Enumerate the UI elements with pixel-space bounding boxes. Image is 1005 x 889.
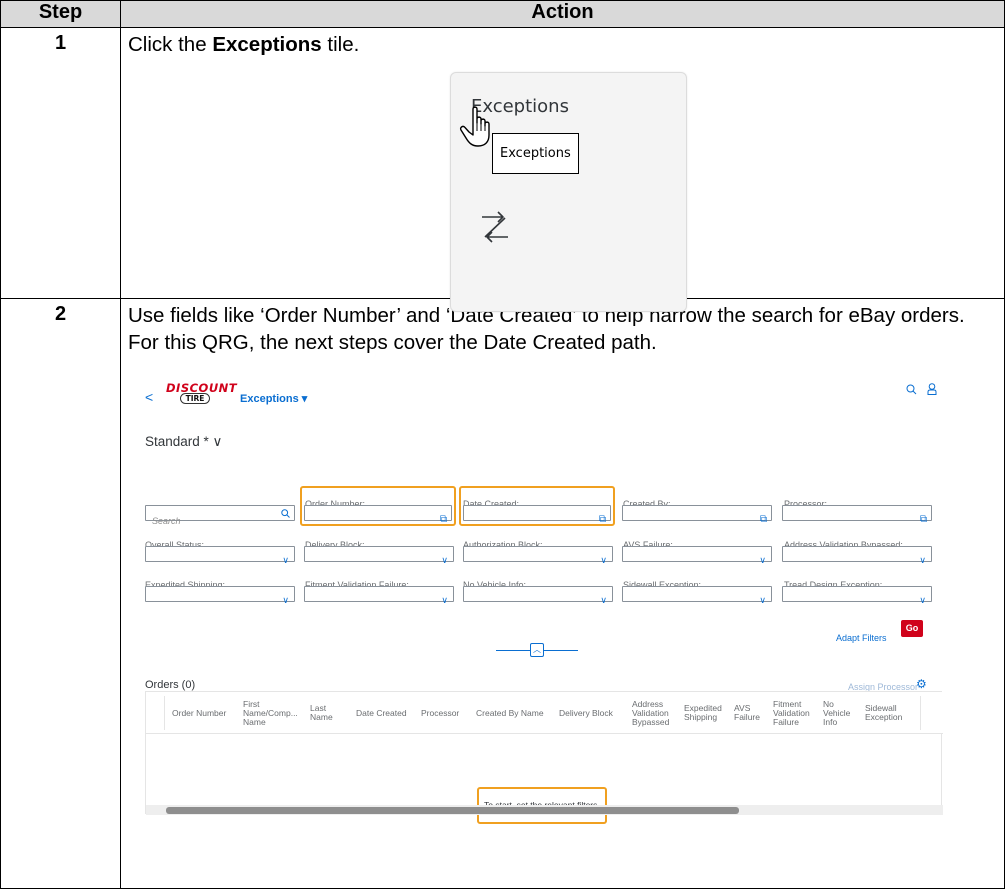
search-placeholder: Search [152,516,181,526]
address-validation-bypassed-select[interactable]: ∨ [782,546,932,565]
header-action: Action [120,0,1005,28]
column-delivery-block[interactable]: Delivery Block [559,692,625,734]
overall-status-select[interactable]: ∨ [145,546,295,565]
sidewall-exception-select[interactable]: ∨ [622,586,772,605]
app-title-menu[interactable]: Exceptions ▾ [240,386,307,413]
go-button[interactable]: Go [901,620,923,637]
chevron-down-icon: ∨ [282,555,289,565]
emphasis-exceptions: Exceptions [212,33,322,56]
column-address-validation-bypassed[interactable]: Address Validation Bypassed [632,692,676,734]
column-expedited-shipping[interactable]: Expedited Shipping [684,692,724,734]
divider-line [496,650,530,651]
tile-screenshot: Exceptions Exceptions [128,58,998,312]
column-created-by-name[interactable]: Created By Name [476,692,552,734]
step-row-2: 2 Use fields like ‘Order Number’ and ‘Da… [0,298,1005,889]
value-help-icon[interactable]: ⧉ [920,506,927,533]
exceptions-tile[interactable]: Exceptions Exceptions [450,72,687,312]
delivery-block-select[interactable]: ∨ [304,546,454,565]
search-icon[interactable] [281,509,290,518]
header-row: Step Action [0,0,1005,28]
app-header: < DISCOUNT TIRE Exceptions ▾ [132,374,937,414]
back-icon[interactable]: < [145,384,153,411]
column-avs-failure[interactable]: AVS Failure [734,692,766,734]
column-separator [164,696,165,730]
column-first-name[interactable]: First Name/Comp... Name [243,692,299,734]
orders-table: Order Number First Name/Comp... Name Las… [145,691,943,824]
column-order-number[interactable]: Order Number [172,692,234,734]
column-date-created[interactable]: Date Created [356,692,412,734]
chevron-down-icon: ∨ [441,595,448,605]
step-instruction: Click the Exceptions tile. [128,33,360,56]
search-icon[interactable] [906,384,917,395]
created-by-input[interactable]: ⧉ [622,505,772,525]
no-vehicle-info-select[interactable]: ∨ [463,586,613,605]
qrg-table: Step Action 1 Click the Exceptions tile.… [0,0,1005,889]
divider-line [544,650,578,651]
chevron-down-icon: ∨ [919,555,926,565]
chevron-up-icon: ︿ [533,645,541,654]
exceptions-app-screenshot: < DISCOUNT TIRE Exceptions ▾ Standard * … [132,374,943,824]
authorization-block-select[interactable]: ∨ [463,546,613,565]
user-icon[interactable] [927,383,937,395]
column-no-vehicle-info[interactable]: No Vehicle Info [823,692,857,734]
orders-table-header: Order Number First Name/Comp... Name Las… [146,692,943,734]
order-number-highlight [300,486,456,526]
column-separator [920,696,921,730]
step-row-1: 1 Click the Exceptions tile. Exceptions … [0,27,1005,312]
chevron-down-icon: ∨ [600,595,607,605]
discount-tire-logo: DISCOUNT TIRE [166,382,237,404]
step-number: 2 [0,298,121,889]
collapse-header-button[interactable]: ︿ [530,643,544,657]
zigzag-arrows-icon [482,211,508,243]
search-input[interactable]: Search [145,505,295,526]
chevron-down-icon: ∨ [441,555,448,565]
avs-failure-select[interactable]: ∨ [622,546,772,565]
logo-text-bottom: TIRE [180,393,210,404]
header-step: Step [0,0,121,28]
chevron-down-icon: ∨ [919,595,926,605]
column-fitment-validation-failure[interactable]: Fitment Validation Failure [773,692,815,734]
column-last-name[interactable]: Last Name [310,692,338,734]
variant-selector[interactable]: Standard * ∨ [145,428,222,455]
column-sidewall-exception[interactable]: Sidewall Exception [865,692,917,734]
expedited-shipping-select[interactable]: ∨ [145,586,295,605]
date-created-highlight [459,486,615,526]
adapt-filters-button[interactable]: Adapt Filters [836,625,887,652]
scrollbar-thumb[interactable] [166,807,739,814]
fitment-validation-failure-select[interactable]: ∨ [304,586,454,605]
chevron-down-icon: ∨ [759,555,766,565]
chevron-down-icon: ∨ [600,555,607,565]
step-action: Use fields like ‘Order Number’ and ‘Date… [120,298,1005,889]
processor-input[interactable]: ⧉ [782,505,932,525]
step-number: 1 [0,27,121,299]
column-processor[interactable]: Processor [421,692,465,734]
value-help-icon[interactable]: ⧉ [760,506,767,533]
step-action: Click the Exceptions tile. Exceptions Ex… [120,27,1005,312]
chevron-down-icon: ∨ [282,595,289,605]
tile-tooltip: Exceptions [492,133,579,174]
tread-design-exception-select[interactable]: ∨ [782,586,932,605]
chevron-down-icon: ∨ [759,595,766,605]
hand-cursor-icon [459,106,490,147]
